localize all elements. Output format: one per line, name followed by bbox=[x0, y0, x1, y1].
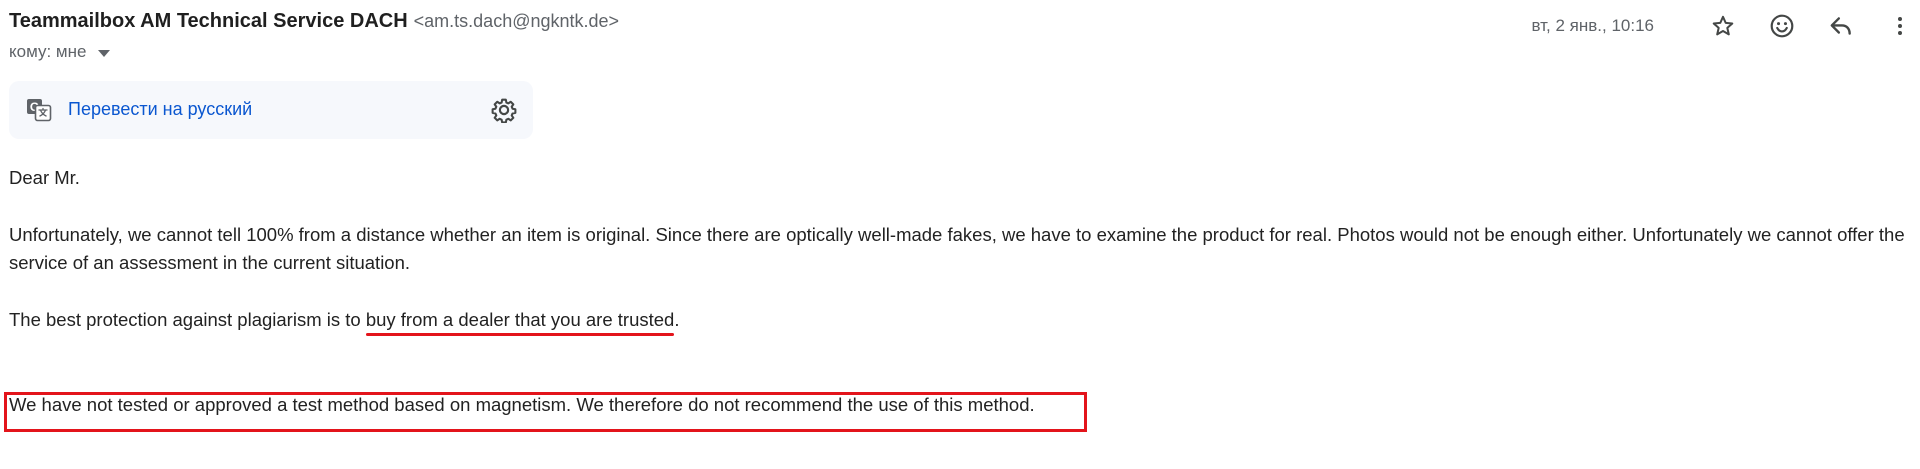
greeting: Dear Mr. bbox=[9, 167, 80, 188]
gear-icon[interactable] bbox=[491, 97, 517, 123]
email-date: вт, 2 янв., 10:16 bbox=[1531, 16, 1654, 35]
highlighted-phrase: buy from a dealer that you are trusted bbox=[365, 309, 675, 336]
translate-bar: G Перевести на русский bbox=[9, 81, 533, 139]
translate-icon: G bbox=[27, 99, 52, 122]
star-button[interactable] bbox=[1703, 6, 1743, 46]
more-vert-icon bbox=[1898, 17, 1902, 35]
star-icon bbox=[1712, 15, 1734, 36]
emoji-icon bbox=[1770, 14, 1794, 38]
sender-row: Teammailbox AM Technical Service DACH <a… bbox=[9, 10, 619, 38]
header-actions: вт, 2 янв., 10:16 bbox=[1531, 6, 1920, 46]
recipient-details-toggle[interactable]: кому: мне bbox=[9, 42, 111, 62]
sender-email: <am.ts.dach@ngkntk.de> bbox=[413, 11, 620, 31]
reply-button[interactable] bbox=[1821, 6, 1861, 46]
highlighted-phrase-text: buy from a dealer that you are trusted bbox=[365, 309, 675, 330]
recipient-label: кому: мне bbox=[9, 42, 87, 61]
more-options-button[interactable] bbox=[1880, 6, 1920, 46]
translate-link[interactable]: Перевести на русский bbox=[68, 99, 252, 120]
body-paragraph-3: We have not tested or approved a test me… bbox=[9, 394, 1035, 415]
body-paragraph-2: The best protection against plagiarism i… bbox=[9, 306, 1914, 336]
reply-icon bbox=[1830, 17, 1851, 35]
emoji-reaction-button[interactable] bbox=[1762, 6, 1802, 46]
sender-name[interactable]: Teammailbox AM Technical Service DACH bbox=[9, 10, 408, 33]
email-view: Teammailbox AM Technical Service DACH <a… bbox=[0, 0, 1920, 469]
caret-down-icon[interactable] bbox=[98, 49, 111, 57]
red-underline-annotation bbox=[365, 333, 675, 336]
paragraph-2-lead: The best protection against plagiarism i… bbox=[9, 309, 366, 330]
body-paragraph-1: Unfortunately, we cannot tell 100% from … bbox=[9, 224, 1905, 273]
paragraph-2-tail: . bbox=[674, 309, 680, 330]
